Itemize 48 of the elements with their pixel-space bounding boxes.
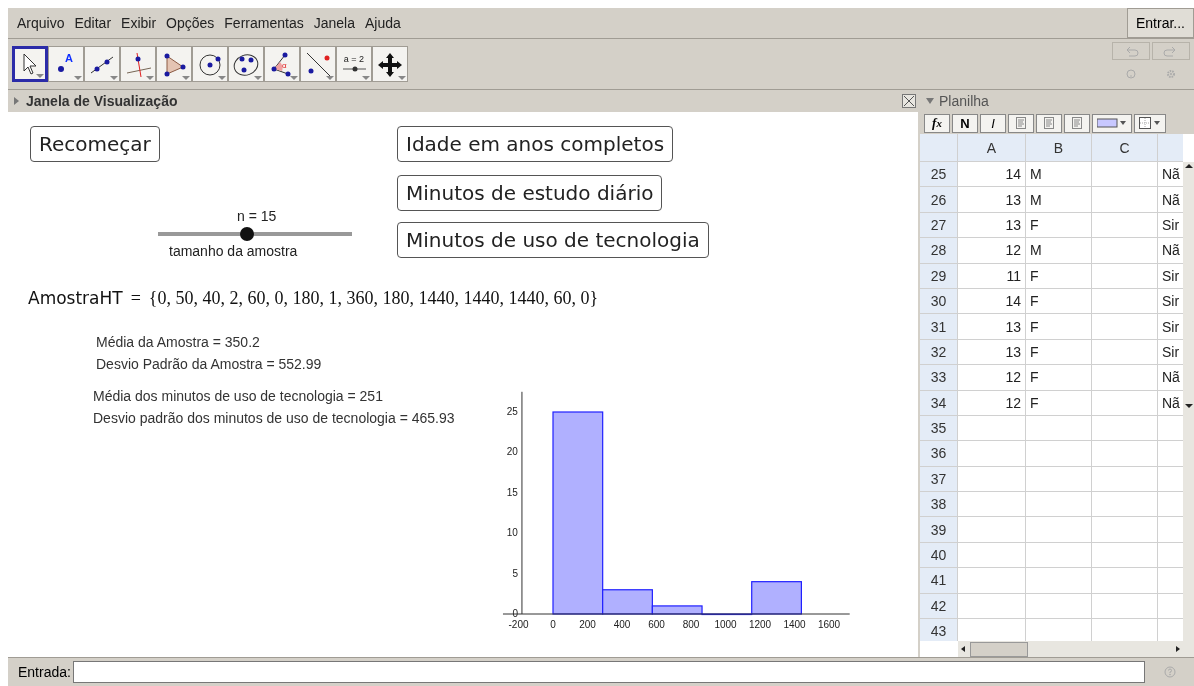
statistic-text: Desvio padrão dos minutos de uso de tecnologia = 465.93	[93, 410, 455, 426]
x-tick-label: 1400	[783, 619, 806, 630]
table-cell: 12	[958, 390, 1026, 416]
x-tick-label: 1200	[748, 619, 772, 630]
statistic-text: Média da Amostra = 350.2	[96, 334, 260, 350]
y-tick-label: 0	[512, 608, 518, 619]
slider-caption: tamanho da amostra	[169, 243, 298, 259]
table-cell: M	[1026, 238, 1092, 264]
table-cell: F	[1026, 212, 1092, 239]
x-tick-label: 0	[550, 619, 556, 630]
y-tick-label: 25	[506, 406, 518, 417]
table-cell: 12	[958, 365, 1026, 391]
table-cell: 13	[958, 314, 1026, 340]
list-value: {0, 50, 40, 2, 60, 0, 180, 1, 360, 180, 1440, 1440, 1440, 60, 0}	[148, 288, 599, 309]
table-cell: 13	[958, 187, 1026, 213]
statistic-text: Média dos minutos de uso de tecnologia = 251	[93, 388, 383, 404]
table-cell: F	[1026, 263, 1092, 289]
table-cell: F	[1026, 339, 1092, 366]
x-tick-label: 1000	[714, 619, 737, 630]
table-cell: 14	[958, 162, 1026, 188]
x-tick-label: 200	[579, 619, 596, 630]
table-cell: 14	[958, 288, 1026, 315]
table-cell: 13	[958, 339, 1026, 366]
x-tick-label: -200	[508, 619, 529, 630]
panel-title: Janela de Visualização	[26, 93, 178, 109]
table-cell: F	[1026, 288, 1092, 315]
statistic-text: Desvio Padrão da Amostra = 552.99	[96, 356, 322, 372]
slider-value: n = 15	[237, 208, 277, 224]
x-tick-label: 1600	[817, 619, 841, 630]
x-tick-label: 400	[613, 619, 631, 630]
list-name: AmostraHT	[28, 288, 123, 308]
table-cell: F	[1026, 314, 1092, 340]
y-tick-label: 5	[512, 567, 518, 579]
y-tick-label: 10	[506, 527, 518, 539]
input-label: Entrada:	[18, 664, 71, 680]
table-cell: 11	[958, 263, 1026, 289]
table-cell: M	[1026, 187, 1092, 213]
x-tick-label: 800	[682, 619, 700, 630]
y-tick-label: 15	[506, 486, 518, 498]
table-cell: F	[1026, 365, 1092, 391]
y-tick-label: 20	[506, 446, 518, 458]
equals-sign: =	[130, 288, 141, 309]
table-cell: 13	[958, 212, 1026, 239]
panel-title: Planilha	[939, 93, 989, 109]
table-cell: M	[1026, 162, 1092, 188]
table-cell: 12	[958, 238, 1026, 264]
x-tick-label: 600	[648, 619, 665, 630]
table-cell: F	[1026, 390, 1092, 416]
